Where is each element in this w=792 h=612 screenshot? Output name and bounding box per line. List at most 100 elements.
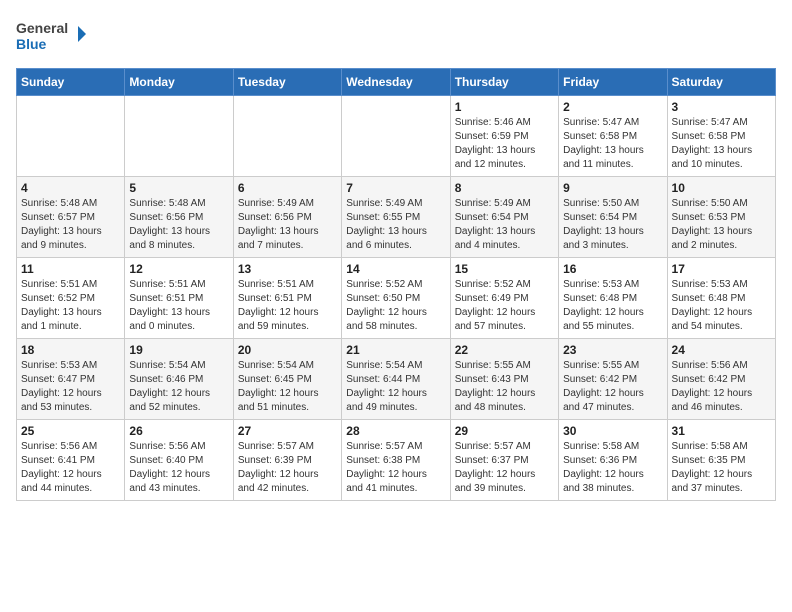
day-info: Sunrise: 5:56 AM Sunset: 6:42 PM Dayligh… bbox=[672, 359, 771, 415]
calendar-cell: 14 Sunrise: 5:52 AM Sunset: 6:50 PM Dayli… bbox=[342, 258, 450, 339]
calendar-cell: 9 Sunrise: 5:50 AM Sunset: 6:54 PM Daylig… bbox=[559, 177, 667, 258]
day-number: 5 bbox=[129, 181, 228, 195]
day-number: 15 bbox=[455, 262, 554, 276]
calendar-cell: 13Sunrise: 5:51 AM Sunset: 6:51 PM Dayli… bbox=[233, 258, 341, 339]
day-info: Sunrise: 5:53 AM Sunset: 6:47 PM Dayligh… bbox=[21, 359, 120, 415]
day-info: Sunrise: 5:53 AM Sunset: 6:48 PM Dayligh… bbox=[563, 278, 662, 334]
day-info: Sunrise: 5:54 AM Sunset: 6:46 PM Dayligh… bbox=[129, 359, 228, 415]
week-row-4: 18 Sunrise: 5:53 AM Sunset: 6:47 PM Dayli… bbox=[17, 339, 776, 420]
weekday-header-sunday: Sunday bbox=[17, 69, 125, 96]
day-number: 8 bbox=[455, 181, 554, 195]
calendar-cell: 23 Sunrise: 5:55 AM Sunset: 6:42 PM Dayli… bbox=[559, 339, 667, 420]
day-info: Sunrise: 5:49 AM Sunset: 6:55 PM Dayligh… bbox=[346, 197, 445, 253]
day-info: Sunrise: 5:51 AM Sunset: 6:51 PM Dayligh… bbox=[238, 278, 337, 334]
calendar-cell bbox=[125, 96, 233, 177]
day-number: 29 bbox=[455, 424, 554, 438]
day-number: 2 bbox=[563, 100, 662, 114]
weekday-header-tuesday: Tuesday bbox=[233, 69, 341, 96]
weekday-header-saturday: Saturday bbox=[667, 69, 775, 96]
day-number: 17 bbox=[672, 262, 771, 276]
day-info: Sunrise: 5:56 AM Sunset: 6:41 PM Dayligh… bbox=[21, 440, 120, 496]
day-number: 7 bbox=[346, 181, 445, 195]
logo-svg: General Blue bbox=[16, 16, 86, 56]
weekday-header-monday: Monday bbox=[125, 69, 233, 96]
day-info: Sunrise: 5:57 AM Sunset: 6:37 PM Dayligh… bbox=[455, 440, 554, 496]
day-info: Sunrise: 5:48 AM Sunset: 6:57 PM Dayligh… bbox=[21, 197, 120, 253]
day-number: 24 bbox=[672, 343, 771, 357]
day-info: Sunrise: 5:47 AM Sunset: 6:58 PM Dayligh… bbox=[672, 116, 771, 172]
day-info: Sunrise: 5:48 AM Sunset: 6:56 PM Dayligh… bbox=[129, 197, 228, 253]
day-number: 23 bbox=[563, 343, 662, 357]
day-number: 19 bbox=[129, 343, 228, 357]
day-number: 10 bbox=[672, 181, 771, 195]
day-info: Sunrise: 5:55 AM Sunset: 6:42 PM Dayligh… bbox=[563, 359, 662, 415]
calendar-cell: 17 Sunrise: 5:53 AM Sunset: 6:48 PM Dayli… bbox=[667, 258, 775, 339]
day-number: 21 bbox=[346, 343, 445, 357]
calendar-cell: 21Sunrise: 5:54 AM Sunset: 6:44 PM Dayli… bbox=[342, 339, 450, 420]
day-info: Sunrise: 5:52 AM Sunset: 6:50 PM Dayligh… bbox=[346, 278, 445, 334]
week-row-5: 25 Sunrise: 5:56 AM Sunset: 6:41 PM Dayli… bbox=[17, 420, 776, 501]
calendar-cell: 18 Sunrise: 5:53 AM Sunset: 6:47 PM Dayli… bbox=[17, 339, 125, 420]
calendar-cell: 29 Sunrise: 5:57 AM Sunset: 6:37 PM Dayli… bbox=[450, 420, 558, 501]
day-number: 31 bbox=[672, 424, 771, 438]
day-info: Sunrise: 5:50 AM Sunset: 6:53 PM Dayligh… bbox=[672, 197, 771, 253]
calendar-cell: 25 Sunrise: 5:56 AM Sunset: 6:41 PM Dayli… bbox=[17, 420, 125, 501]
weekday-header-friday: Friday bbox=[559, 69, 667, 96]
day-number: 11 bbox=[21, 262, 120, 276]
day-info: Sunrise: 5:49 AM Sunset: 6:56 PM Dayligh… bbox=[238, 197, 337, 253]
day-number: 12 bbox=[129, 262, 228, 276]
day-info: Sunrise: 5:50 AM Sunset: 6:54 PM Dayligh… bbox=[563, 197, 662, 253]
calendar-cell: 3Sunrise: 5:47 AM Sunset: 6:58 PM Daylig… bbox=[667, 96, 775, 177]
day-number: 9 bbox=[563, 181, 662, 195]
calendar-cell: 12 Sunrise: 5:51 AM Sunset: 6:51 PM Dayli… bbox=[125, 258, 233, 339]
calendar-cell: 11 Sunrise: 5:51 AM Sunset: 6:52 PM Dayli… bbox=[17, 258, 125, 339]
calendar-cell: 6Sunrise: 5:49 AM Sunset: 6:56 PM Daylig… bbox=[233, 177, 341, 258]
calendar-cell bbox=[17, 96, 125, 177]
day-info: Sunrise: 5:49 AM Sunset: 6:54 PM Dayligh… bbox=[455, 197, 554, 253]
day-number: 18 bbox=[21, 343, 120, 357]
calendar-cell: 1 Sunrise: 5:46 AM Sunset: 6:59 PM Daylig… bbox=[450, 96, 558, 177]
logo: General Blue bbox=[16, 16, 86, 56]
day-number: 27 bbox=[238, 424, 337, 438]
calendar-cell: 2 Sunrise: 5:47 AM Sunset: 6:58 PM Daylig… bbox=[559, 96, 667, 177]
day-number: 4 bbox=[21, 181, 120, 195]
day-info: Sunrise: 5:51 AM Sunset: 6:51 PM Dayligh… bbox=[129, 278, 228, 334]
day-number: 20 bbox=[238, 343, 337, 357]
day-number: 25 bbox=[21, 424, 120, 438]
weekday-header-thursday: Thursday bbox=[450, 69, 558, 96]
calendar-cell: 8 Sunrise: 5:49 AM Sunset: 6:54 PM Daylig… bbox=[450, 177, 558, 258]
calendar-cell: 31 Sunrise: 5:58 AM Sunset: 6:35 PM Dayli… bbox=[667, 420, 775, 501]
day-info: Sunrise: 5:56 AM Sunset: 6:40 PM Dayligh… bbox=[129, 440, 228, 496]
calendar-cell: 30Sunrise: 5:58 AM Sunset: 6:36 PM Dayli… bbox=[559, 420, 667, 501]
day-info: Sunrise: 5:53 AM Sunset: 6:48 PM Dayligh… bbox=[672, 278, 771, 334]
calendar-cell: 20 Sunrise: 5:54 AM Sunset: 6:45 PM Dayli… bbox=[233, 339, 341, 420]
day-info: Sunrise: 5:57 AM Sunset: 6:38 PM Dayligh… bbox=[346, 440, 445, 496]
day-number: 28 bbox=[346, 424, 445, 438]
calendar-cell: 22Sunrise: 5:55 AM Sunset: 6:43 PM Dayli… bbox=[450, 339, 558, 420]
calendar-cell: 24 Sunrise: 5:56 AM Sunset: 6:42 PM Dayli… bbox=[667, 339, 775, 420]
day-info: Sunrise: 5:58 AM Sunset: 6:36 PM Dayligh… bbox=[563, 440, 662, 496]
day-info: Sunrise: 5:52 AM Sunset: 6:49 PM Dayligh… bbox=[455, 278, 554, 334]
day-number: 16 bbox=[563, 262, 662, 276]
day-number: 1 bbox=[455, 100, 554, 114]
svg-text:Blue: Blue bbox=[16, 36, 47, 52]
week-row-2: 4 Sunrise: 5:48 AM Sunset: 6:57 PM Daylig… bbox=[17, 177, 776, 258]
svg-text:General: General bbox=[16, 20, 68, 36]
day-info: Sunrise: 5:51 AM Sunset: 6:52 PM Dayligh… bbox=[21, 278, 120, 334]
calendar-cell: 19 Sunrise: 5:54 AM Sunset: 6:46 PM Dayli… bbox=[125, 339, 233, 420]
calendar-cell: 5 Sunrise: 5:48 AM Sunset: 6:56 PM Daylig… bbox=[125, 177, 233, 258]
weekday-header-wednesday: Wednesday bbox=[342, 69, 450, 96]
calendar-cell: 28 Sunrise: 5:57 AM Sunset: 6:38 PM Dayli… bbox=[342, 420, 450, 501]
calendar-cell: 7 Sunrise: 5:49 AM Sunset: 6:55 PM Daylig… bbox=[342, 177, 450, 258]
day-info: Sunrise: 5:47 AM Sunset: 6:58 PM Dayligh… bbox=[563, 116, 662, 172]
page-header: General Blue bbox=[16, 16, 776, 56]
day-info: Sunrise: 5:54 AM Sunset: 6:45 PM Dayligh… bbox=[238, 359, 337, 415]
day-info: Sunrise: 5:58 AM Sunset: 6:35 PM Dayligh… bbox=[672, 440, 771, 496]
calendar-cell: 26Sunrise: 5:56 AM Sunset: 6:40 PM Dayli… bbox=[125, 420, 233, 501]
day-number: 14 bbox=[346, 262, 445, 276]
calendar-cell: 4 Sunrise: 5:48 AM Sunset: 6:57 PM Daylig… bbox=[17, 177, 125, 258]
calendar-cell: 16 Sunrise: 5:53 AM Sunset: 6:48 PM Dayli… bbox=[559, 258, 667, 339]
day-info: Sunrise: 5:46 AM Sunset: 6:59 PM Dayligh… bbox=[455, 116, 554, 172]
week-row-1: 1 Sunrise: 5:46 AM Sunset: 6:59 PM Daylig… bbox=[17, 96, 776, 177]
calendar-cell: 10 Sunrise: 5:50 AM Sunset: 6:53 PM Dayli… bbox=[667, 177, 775, 258]
